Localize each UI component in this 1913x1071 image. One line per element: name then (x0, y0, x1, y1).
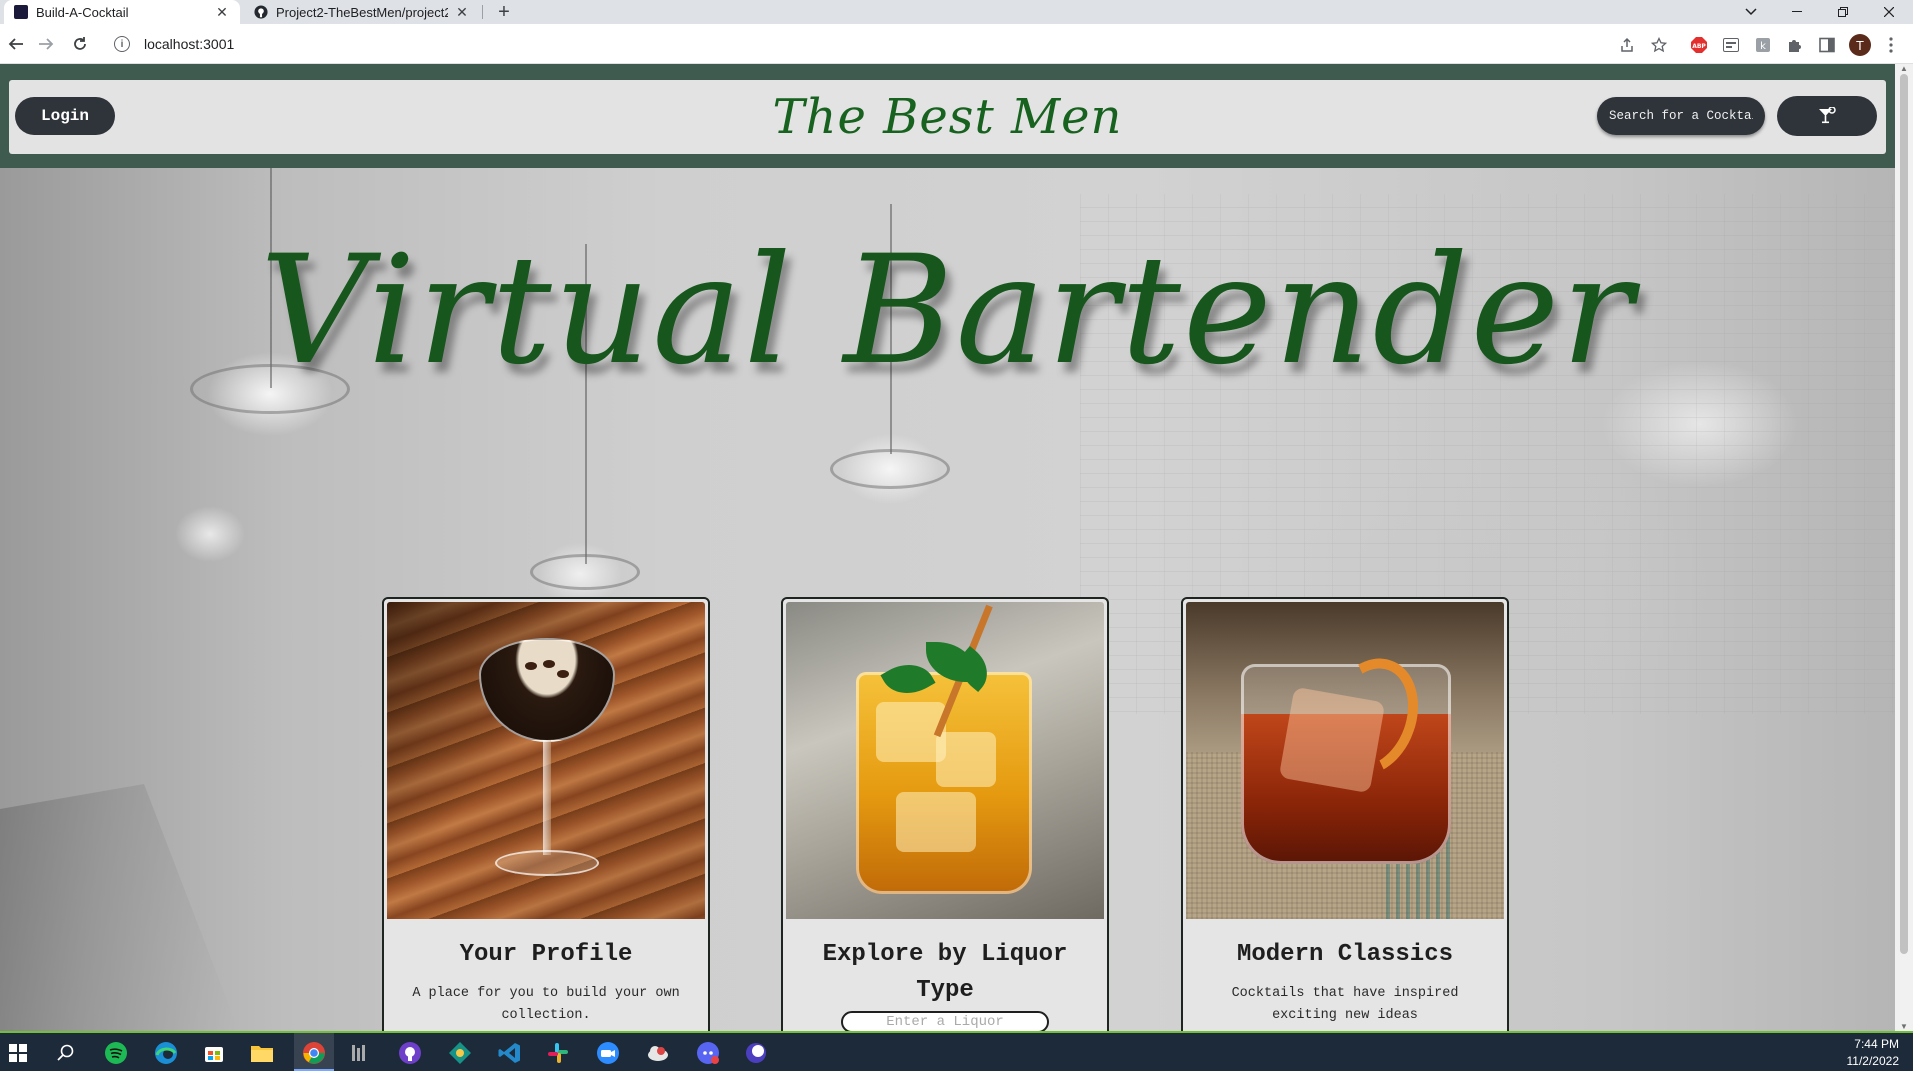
svg-text:k: k (1760, 41, 1766, 52)
terminal-icon[interactable] (346, 1039, 374, 1067)
github-desktop-icon[interactable] (396, 1039, 424, 1067)
discord-icon[interactable] (694, 1039, 722, 1067)
yellow-cocktail-image (786, 602, 1104, 919)
browser-tabstrip: Build-A-Cocktail ✕ Project2-TheBestMen/p… (0, 0, 1913, 24)
browser-tab-build-a-cocktail[interactable]: Build-A-Cocktail ✕ (4, 0, 240, 24)
site-header: The Best Men Login (0, 64, 1895, 168)
page-scrollbar[interactable]: ▲ ▼ (1895, 64, 1913, 1031)
card-explore-by-liquor[interactable]: Explore by Liquor Type (781, 597, 1109, 1031)
scroll-up-icon[interactable]: ▲ (1899, 64, 1909, 73)
share-icon[interactable] (1618, 36, 1636, 54)
windows-taskbar: 7:44 PM 11/2/2022 (0, 1031, 1913, 1071)
puzzle-icon[interactable] (1786, 36, 1804, 54)
site-favicon-icon (14, 5, 28, 19)
reload-icon[interactable] (68, 32, 92, 56)
extension-icon[interactable] (1722, 36, 1740, 54)
side-panel-icon[interactable] (1818, 36, 1836, 54)
store-icon[interactable] (200, 1039, 228, 1067)
url-text: localhost:3001 (144, 36, 235, 52)
zoom-icon[interactable] (594, 1039, 622, 1067)
search-cocktail-button[interactable] (1777, 96, 1877, 136)
tab-separator (482, 5, 483, 19)
profile-avatar[interactable]: T (1849, 34, 1871, 56)
scroll-down-icon[interactable]: ▼ (1899, 1022, 1909, 1031)
background-lampshade (530, 554, 640, 590)
cloud-app-icon[interactable] (644, 1039, 672, 1067)
card-your-profile[interactable]: Your Profile A place for you to build yo… (382, 597, 710, 1031)
scrollbar-thumb[interactable] (1900, 74, 1908, 954)
system-clock[interactable]: 7:44 PM 11/2/2022 (1847, 1036, 1900, 1070)
close-tab-icon[interactable]: ✕ (214, 4, 230, 21)
file-explorer-icon[interactable] (248, 1039, 276, 1067)
menu-icon[interactable] (1882, 36, 1900, 54)
site-info-icon[interactable]: i (114, 36, 130, 52)
tab-title: Build-A-Cocktail (36, 4, 129, 20)
back-icon[interactable] (4, 32, 28, 56)
close-tab-icon[interactable]: ✕ (454, 4, 470, 21)
abp-icon[interactable]: ABP (1690, 36, 1708, 54)
card-title: Explore by Liquor Type (822, 941, 1068, 1004)
address-bar[interactable]: i localhost:3001 (104, 30, 1664, 58)
edge-icon[interactable] (152, 1039, 180, 1067)
restore-icon[interactable] (1820, 0, 1866, 24)
card-title: Modern Classics (1236, 941, 1454, 968)
web-page: The Best Men Login Virtual Bartender (0, 64, 1895, 1031)
vscode-icon[interactable] (496, 1039, 524, 1067)
gitkraken-icon[interactable] (446, 1039, 474, 1067)
login-button[interactable]: Login (15, 97, 115, 135)
app-circle-icon[interactable] (742, 1039, 770, 1067)
card-description: Cocktails that have inspired exciting ne… (1231, 986, 1459, 1023)
spotify-icon[interactable] (102, 1039, 130, 1067)
navbar: The Best Men Login (9, 80, 1886, 154)
new-tab-button[interactable]: + (492, 0, 516, 24)
card-description: A place for you to build your own collec… (412, 986, 680, 1023)
star-icon[interactable] (1650, 36, 1668, 54)
hero-title: Virtual Bartender (260, 224, 1635, 398)
close-window-icon[interactable] (1866, 0, 1912, 24)
liquor-type-input[interactable] (841, 1011, 1049, 1031)
background-lampshade (830, 449, 950, 489)
cocktail-icon (1819, 107, 1836, 124)
extension-icon[interactable]: k (1754, 36, 1772, 54)
github-icon (254, 5, 268, 19)
browser-tab-github[interactable]: Project2-TheBestMen/project2: P ✕ (244, 0, 480, 24)
slack-icon[interactable] (544, 1039, 572, 1067)
clock-time: 7:44 PM (1854, 1037, 1899, 1051)
card-title: Your Profile (459, 941, 633, 968)
tab-search-icon[interactable] (1728, 0, 1774, 24)
forward-icon[interactable] (34, 32, 58, 56)
clock-date: 11/2/2022 (1846, 1054, 1900, 1068)
espresso-martini-image (387, 602, 705, 919)
old-fashioned-image (1186, 602, 1504, 919)
cocktail-search-input[interactable] (1597, 97, 1765, 135)
search-icon[interactable] (52, 1039, 80, 1067)
windows-start-icon[interactable] (4, 1039, 32, 1067)
tab-title: Project2-TheBestMen/project2: P (276, 4, 448, 20)
minimize-icon[interactable] (1774, 0, 1820, 24)
browser-toolbar: i localhost:3001 ABP k T (0, 24, 1913, 64)
svg-text:ABP: ABP (1692, 43, 1706, 50)
chrome-icon[interactable] (300, 1039, 328, 1067)
card-modern-classics[interactable]: Modern Classics Cocktails that have insp… (1181, 597, 1509, 1031)
